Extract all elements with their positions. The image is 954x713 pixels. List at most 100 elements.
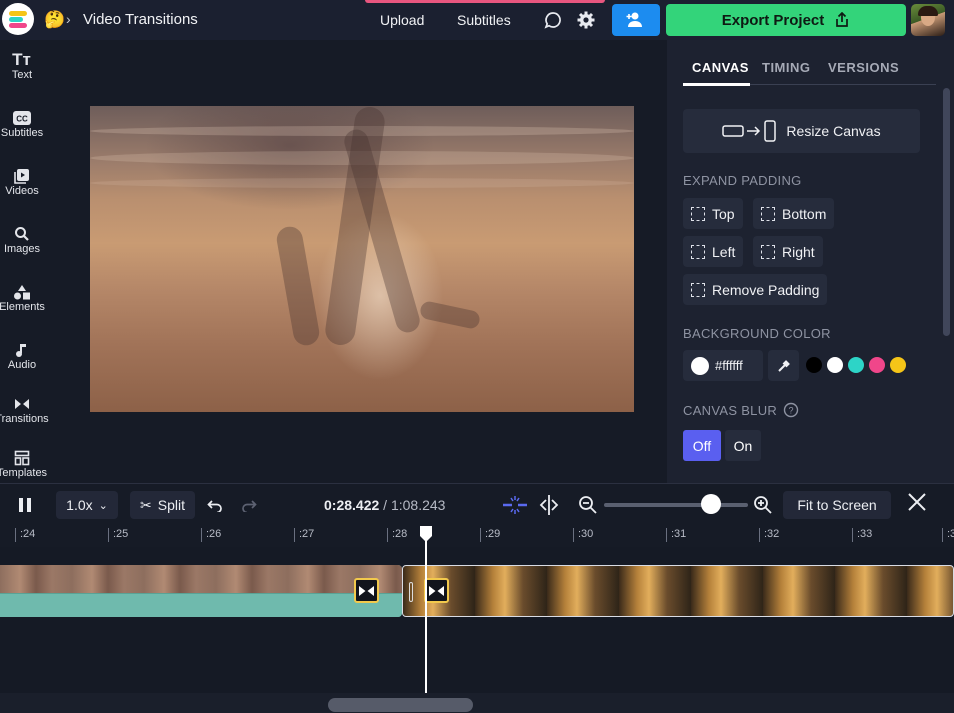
svg-text:?: ? bbox=[788, 406, 793, 416]
transition-icon bbox=[359, 585, 374, 596]
time-separator: / bbox=[379, 497, 391, 513]
transition-marker[interactable] bbox=[354, 578, 379, 603]
blur-off-toggle[interactable]: Off bbox=[683, 430, 721, 461]
redo-icon[interactable] bbox=[241, 498, 257, 512]
background-color-heading: BACKGROUND COLOR bbox=[683, 326, 831, 341]
canvas-preview-video[interactable] bbox=[90, 106, 634, 412]
pad-top-label: Top bbox=[712, 205, 735, 222]
resize-canvas-label: Resize Canvas bbox=[786, 123, 881, 139]
subtitles-button[interactable]: Subtitles bbox=[457, 12, 511, 28]
close-icon[interactable] bbox=[907, 492, 927, 512]
timeline-scroll-area bbox=[0, 693, 954, 713]
playhead-line[interactable] bbox=[425, 540, 427, 700]
undo-icon[interactable] bbox=[207, 498, 223, 512]
padding-right-icon bbox=[761, 244, 775, 259]
remove-padding-icon bbox=[691, 282, 705, 297]
remove-padding-label: Remove Padding bbox=[712, 281, 820, 298]
comment-icon[interactable] bbox=[543, 10, 563, 30]
video-clip-sunset-waves[interactable] bbox=[402, 565, 954, 617]
total-time: 1:08.243 bbox=[390, 497, 446, 513]
pause-icon[interactable] bbox=[17, 497, 33, 513]
text-icon: Tт bbox=[12, 50, 31, 69]
share-button[interactable] bbox=[612, 4, 660, 36]
ruler-tick: :24 bbox=[15, 528, 35, 542]
resize-canvas-button[interactable]: Resize Canvas bbox=[683, 109, 920, 153]
fit-to-screen-label: Fit to Screen bbox=[797, 497, 877, 513]
fit-to-screen-button[interactable]: Fit to Screen bbox=[783, 491, 891, 519]
zoom-in-icon[interactable] bbox=[753, 495, 773, 515]
upload-button[interactable]: Upload bbox=[380, 12, 424, 28]
project-emoji-icon[interactable]: 🤔 bbox=[44, 10, 65, 30]
transition-icon bbox=[429, 585, 444, 596]
split-button[interactable]: ✂ Split bbox=[130, 491, 195, 519]
sidebar-item-subtitles[interactable]: CC Subtitles bbox=[0, 110, 43, 139]
swatch-teal[interactable] bbox=[848, 357, 864, 373]
help-icon[interactable]: ? bbox=[783, 402, 799, 418]
blur-on-toggle[interactable]: On bbox=[725, 430, 761, 461]
remove-padding-button[interactable]: Remove Padding bbox=[683, 274, 828, 305]
swatch-yellow[interactable] bbox=[890, 357, 906, 373]
pad-right-label: Right bbox=[782, 243, 815, 260]
export-project-button[interactable]: Export Project bbox=[666, 4, 906, 36]
scissors-icon: ✂ bbox=[140, 496, 152, 513]
search-icon bbox=[14, 227, 29, 241]
ruler-tick: :25 bbox=[108, 528, 128, 542]
padding-left-icon bbox=[691, 244, 705, 259]
clip-trim-handle[interactable] bbox=[409, 582, 413, 602]
background-color-field[interactable]: #ffffff bbox=[683, 350, 763, 381]
ruler-tick: :29 bbox=[480, 528, 500, 542]
swatch-pink[interactable] bbox=[869, 357, 885, 373]
templates-icon bbox=[14, 450, 29, 466]
sidebar-item-images[interactable]: Images bbox=[0, 226, 43, 255]
gear-icon[interactable] bbox=[576, 10, 596, 30]
project-title[interactable]: Video Transitions bbox=[83, 11, 198, 28]
split-view-icon[interactable] bbox=[537, 494, 561, 516]
snap-icon[interactable] bbox=[501, 494, 529, 516]
pad-top-button[interactable]: Top bbox=[683, 198, 743, 229]
swatch-black[interactable] bbox=[806, 357, 822, 373]
panel-scrollbar[interactable] bbox=[943, 88, 950, 336]
sidebar-item-videos[interactable]: Videos bbox=[0, 168, 43, 197]
pad-left-button[interactable]: Left bbox=[683, 236, 744, 267]
top-accent-line bbox=[365, 0, 605, 3]
timeline-horizontal-scrollbar[interactable] bbox=[328, 698, 473, 712]
video-clip-walking[interactable] bbox=[0, 565, 402, 617]
tab-canvas[interactable]: CANVAS bbox=[692, 60, 749, 75]
transition-marker[interactable] bbox=[424, 578, 449, 603]
eyedropper-button[interactable] bbox=[768, 350, 799, 381]
pad-right-button[interactable]: Right bbox=[753, 236, 823, 267]
zoom-slider-thumb[interactable] bbox=[701, 494, 721, 514]
sidebar-item-templates[interactable]: Templates bbox=[0, 450, 47, 479]
sidebar-item-text[interactable]: Tт Text bbox=[0, 50, 43, 81]
resize-canvas-icon bbox=[722, 120, 777, 142]
sidebar-item-elements[interactable]: Elements bbox=[0, 284, 45, 313]
sidebar-item-audio[interactable]: Audio bbox=[0, 342, 43, 371]
tab-active-indicator bbox=[683, 83, 750, 86]
clip-audio-waveform bbox=[0, 593, 402, 617]
transition-icon bbox=[14, 399, 29, 409]
sidebar-item-transitions[interactable]: Transitions bbox=[0, 396, 49, 425]
ruler-tick: :27 bbox=[294, 528, 314, 542]
eyedropper-icon bbox=[777, 359, 790, 372]
playhead-handle[interactable] bbox=[418, 525, 434, 543]
chevron-down-icon: ⌄ bbox=[98, 499, 108, 512]
shapes-icon bbox=[13, 285, 30, 300]
tab-timing[interactable]: TIMING bbox=[762, 60, 811, 75]
speed-select[interactable]: 1.0x ⌄ bbox=[56, 491, 118, 519]
current-color-swatch bbox=[691, 356, 709, 375]
zoom-slider-track[interactable] bbox=[604, 503, 748, 507]
ruler-tick: :26 bbox=[201, 528, 221, 542]
svg-text:CC: CC bbox=[16, 115, 28, 124]
pad-bottom-button[interactable]: Bottom bbox=[753, 198, 835, 229]
swatch-white[interactable] bbox=[827, 357, 843, 373]
background-hex-value: #ffffff bbox=[715, 358, 743, 373]
padding-top-icon bbox=[691, 206, 705, 221]
tab-versions[interactable]: VERSIONS bbox=[828, 60, 899, 75]
speed-value: 1.0x bbox=[66, 497, 93, 513]
pad-bottom-label: Bottom bbox=[782, 205, 827, 222]
app-logo[interactable] bbox=[2, 3, 34, 35]
user-avatar[interactable] bbox=[911, 4, 945, 36]
zoom-out-icon[interactable] bbox=[578, 495, 598, 515]
timeline-ruler[interactable]: :24 :25 :26 :27 :28 :29 :30 :31 :32 :33 … bbox=[0, 525, 954, 547]
split-label: Split bbox=[157, 497, 185, 513]
